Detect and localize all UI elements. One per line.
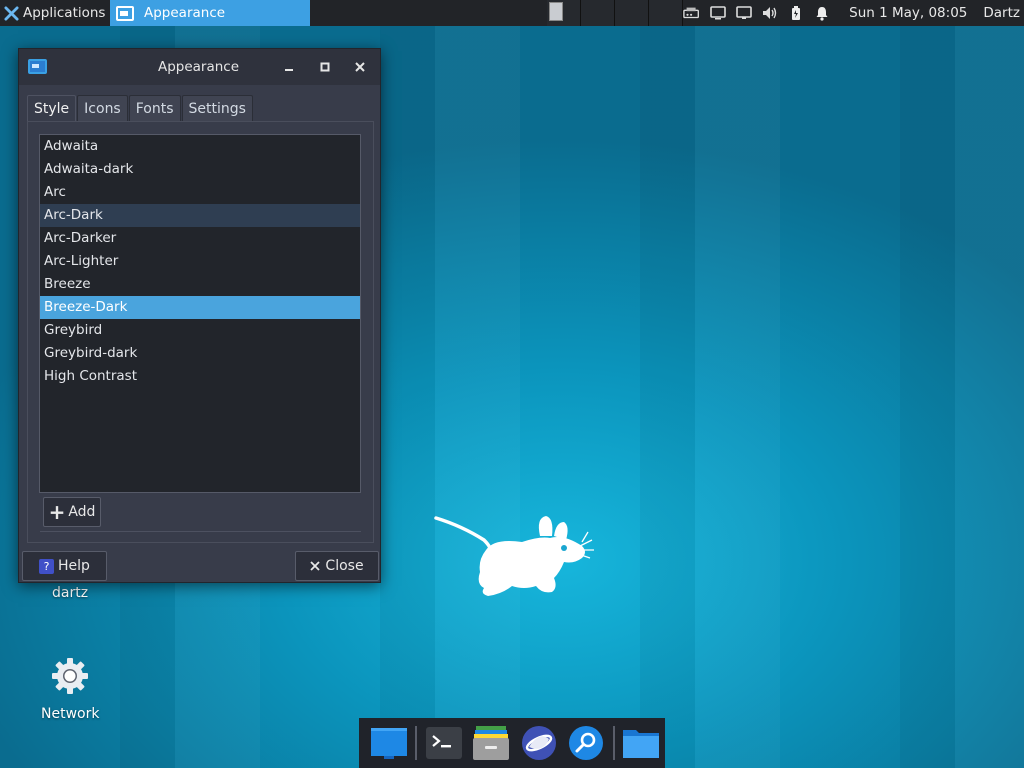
tab-bar: Style Icons Fonts Settings: [27, 95, 254, 122]
theme-list-item[interactable]: Breeze: [40, 273, 360, 296]
theme-list-item[interactable]: Arc-Dark: [40, 204, 360, 227]
display-icon[interactable]: [709, 5, 727, 21]
tab-settings[interactable]: Settings: [181, 95, 253, 121]
minimize-icon: [285, 69, 293, 71]
workspace-3[interactable]: [615, 0, 649, 26]
tab-icons[interactable]: Icons: [77, 95, 128, 121]
theme-list-item[interactable]: Greybird: [40, 319, 360, 342]
theme-list-item[interactable]: Arc-Lighter: [40, 250, 360, 273]
top-panel: Applications ⠿ Appearance Sun 1 May, 08:…: [0, 0, 1024, 26]
terminal-icon[interactable]: [420, 721, 467, 765]
home-folder-label[interactable]: dartz: [52, 585, 88, 601]
workspace-window-thumbnail: [549, 2, 563, 21]
workspace-switcher: [547, 0, 683, 26]
network-label[interactable]: Network: [41, 706, 99, 722]
battery-icon[interactable]: [787, 5, 805, 21]
close-icon: [310, 561, 321, 571]
help-button[interactable]: ? Help: [22, 551, 107, 581]
theme-list-item[interactable]: Greybird-dark: [40, 342, 360, 365]
file-manager-icon[interactable]: [468, 721, 515, 765]
workspace-2[interactable]: [581, 0, 615, 26]
theme-list-item[interactable]: High Contrast: [40, 365, 360, 388]
close-button[interactable]: Close: [295, 551, 379, 581]
close-icon: [355, 62, 365, 72]
theme-list[interactable]: Adwaita Adwaita-dark Arc Arc-Dark Arc-Darker…: [39, 134, 361, 493]
tab-style[interactable]: Style: [27, 95, 77, 122]
volume-icon[interactable]: [761, 5, 779, 21]
show-desktop-icon[interactable]: [365, 721, 412, 765]
xfce-logo-icon: [4, 5, 19, 21]
maximize-button[interactable]: [315, 57, 335, 77]
notifications-bell-icon[interactable]: [813, 5, 831, 21]
theme-list-item[interactable]: Arc: [40, 181, 360, 204]
minimize-button[interactable]: [279, 57, 299, 77]
appearance-window: Appearance Style Icons Fonts Settings Ad…: [18, 48, 381, 583]
style-tab-pane: Adwaita Adwaita-dark Arc Arc-Dark Arc-Darker…: [27, 121, 374, 543]
theme-list-item[interactable]: Adwaita: [40, 135, 360, 158]
appearance-app-icon: [116, 5, 134, 21]
app-finder-icon[interactable]: [562, 721, 609, 765]
theme-list-item[interactable]: Breeze-Dark: [40, 296, 360, 319]
maximize-icon: [320, 62, 330, 72]
web-browser-icon[interactable]: [515, 721, 562, 765]
appearance-window-icon[interactable]: [28, 59, 47, 74]
applications-label: Applications: [23, 5, 106, 21]
tab-fonts[interactable]: Fonts: [128, 95, 181, 121]
dock-separator: [415, 726, 418, 760]
taskbar-button-appearance[interactable]: Appearance: [110, 0, 310, 26]
dock-separator: [612, 726, 615, 760]
network-gear-icon[interactable]: [50, 656, 90, 696]
xfce-mouse-logo: [434, 516, 594, 596]
screen-icon[interactable]: [735, 5, 753, 21]
help-button-label: Help: [58, 558, 90, 574]
theme-list-item[interactable]: Adwaita-dark: [40, 158, 360, 181]
network-manager-icon[interactable]: [683, 5, 701, 21]
bottom-dock: [359, 718, 665, 768]
plus-icon: +: [48, 500, 66, 524]
close-window-button[interactable]: [350, 57, 370, 77]
folder-icon[interactable]: [618, 721, 665, 765]
divider: [40, 531, 361, 532]
workspace-4[interactable]: [649, 0, 683, 26]
applications-menu-button[interactable]: Applications ⠿: [0, 0, 124, 26]
user-menu[interactable]: Dartz: [983, 5, 1020, 21]
system-tray: Sun 1 May, 08:05 Dartz: [683, 0, 1024, 26]
close-button-label: Close: [325, 558, 364, 574]
help-icon: ?: [39, 558, 55, 574]
window-titlebar[interactable]: Appearance: [19, 49, 380, 85]
taskbar-button-label: Appearance: [144, 5, 226, 21]
add-button-label: Add: [68, 504, 96, 520]
clock[interactable]: Sun 1 May, 08:05: [849, 5, 967, 21]
theme-list-item[interactable]: Arc-Darker: [40, 227, 360, 250]
workspace-1[interactable]: [547, 0, 581, 26]
add-theme-button[interactable]: + Add: [43, 497, 101, 527]
